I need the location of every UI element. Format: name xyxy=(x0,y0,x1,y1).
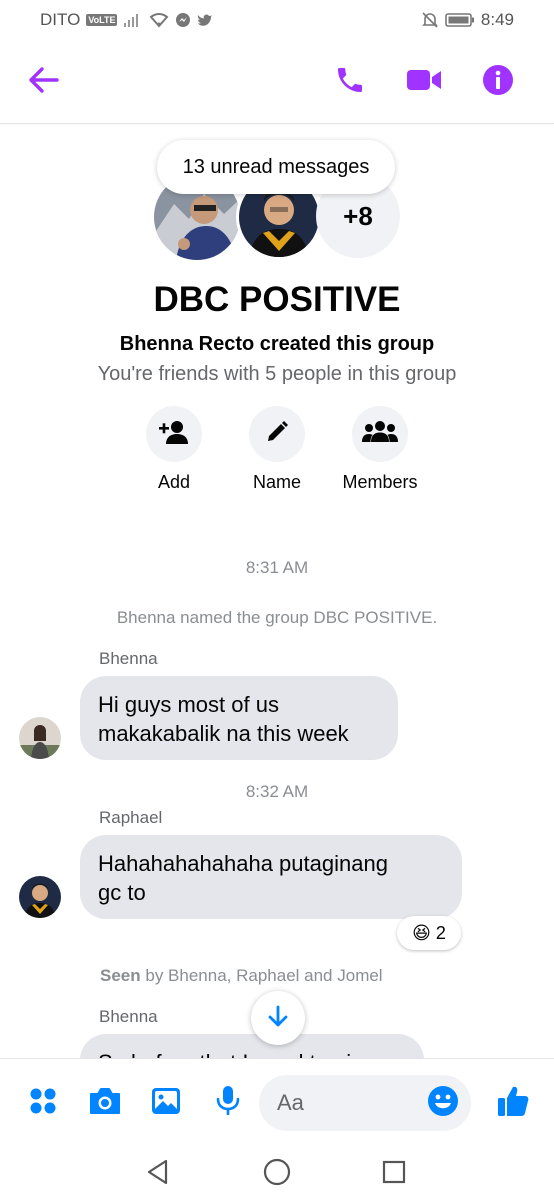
message-composer xyxy=(0,1058,554,1144)
edit-name-button[interactable]: Name xyxy=(217,406,337,493)
wifi-icon xyxy=(149,12,169,28)
members-label: Members xyxy=(342,472,418,492)
timestamp: 8:32 AM xyxy=(245,782,309,801)
members-circle xyxy=(352,406,408,462)
add-label: Add xyxy=(157,472,191,492)
twitter-icon xyxy=(197,13,213,27)
timestamp: 8:31 AM xyxy=(245,558,309,577)
emoji-icon xyxy=(427,1085,459,1122)
apps-icon xyxy=(28,1086,58,1121)
status-right: 8:49 xyxy=(421,10,514,30)
gallery-icon xyxy=(150,1086,182,1121)
home-circle-icon xyxy=(263,1158,291,1191)
message-bubble[interactable]: Hi guys most of us makakabalik na this w… xyxy=(80,676,398,760)
members-button[interactable]: Members xyxy=(320,406,440,493)
emoji-button[interactable] xyxy=(421,1081,465,1125)
message-sender: Raphael xyxy=(99,808,163,827)
reaction-count: 2 xyxy=(435,922,446,943)
camera-icon xyxy=(88,1086,122,1121)
message-line: gc to xyxy=(98,880,146,905)
add-circle xyxy=(146,406,202,462)
group-created-by: Bhenna Recto created this group xyxy=(119,333,435,355)
back-button[interactable] xyxy=(22,60,66,104)
message-sender: Bhenna xyxy=(99,649,158,668)
battery-icon xyxy=(445,12,475,28)
seen-label: Seen xyxy=(100,966,141,985)
pencil-icon xyxy=(265,420,289,449)
info-button[interactable] xyxy=(476,60,520,104)
message-line: makakabalik na this week xyxy=(98,721,349,746)
status-left: DITO VoLTE xyxy=(40,10,213,30)
arrow-down-icon xyxy=(266,1004,290,1033)
chat-header xyxy=(0,40,554,124)
signal-icon xyxy=(123,12,143,28)
add-member-button[interactable]: Add xyxy=(114,406,234,493)
mic-icon xyxy=(215,1085,241,1122)
system-message: Bhenna named the group DBC POSITIVE. xyxy=(116,608,438,627)
seen-receipt: Seen by Bhenna, Raphael and Jomel xyxy=(100,966,383,986)
like-button[interactable] xyxy=(491,1081,535,1125)
friends-in-group: You're friends with 5 people in this gro… xyxy=(97,363,457,385)
group-name: DBC POSITIVE xyxy=(153,280,401,319)
thumbs-up-icon xyxy=(496,1084,530,1123)
camera-button[interactable] xyxy=(83,1081,127,1125)
apps-button[interactable] xyxy=(21,1081,65,1125)
volte-badge: VoLTE xyxy=(86,14,118,26)
voice-clip-button[interactable] xyxy=(206,1081,250,1125)
seen-names: by Bhenna, Raphael and Jomel xyxy=(140,966,383,985)
name-circle xyxy=(249,406,305,462)
system-navigation-bar xyxy=(0,1144,554,1200)
recents-square-icon xyxy=(382,1160,406,1189)
members-icon xyxy=(361,420,399,449)
video-call-icon xyxy=(405,66,443,99)
video-call-button[interactable] xyxy=(402,60,446,104)
info-icon xyxy=(482,64,514,101)
nav-home-button[interactable] xyxy=(255,1152,299,1196)
status-time: 8:49 xyxy=(480,10,514,29)
laugh-emoji: 😆 xyxy=(412,922,431,943)
avatar[interactable] xyxy=(19,717,61,759)
phone-icon xyxy=(334,64,366,101)
nav-recents-button[interactable] xyxy=(372,1152,416,1196)
mute-bell-icon xyxy=(421,11,439,29)
message-line: Hahahahahahaha putaginang xyxy=(98,851,388,876)
back-triangle-icon xyxy=(146,1159,170,1190)
avatar[interactable] xyxy=(19,876,61,918)
carrier-name: DITO xyxy=(40,10,81,29)
scroll-to-bottom-button[interactable] xyxy=(251,991,305,1045)
message-sender: Bhenna xyxy=(99,1007,158,1026)
add-person-icon xyxy=(158,419,190,450)
reaction-badge[interactable]: 😆 2 xyxy=(397,916,461,950)
name-label: Name xyxy=(252,472,301,492)
message-bubble[interactable]: Hahahahahahaha putaginang gc to xyxy=(80,835,462,919)
messenger-icon xyxy=(175,12,191,28)
status-bar: DITO VoLTE 8:49 xyxy=(0,0,554,40)
back-arrow-icon xyxy=(28,66,60,99)
nav-back-button[interactable] xyxy=(136,1152,180,1196)
voice-call-button[interactable] xyxy=(328,60,372,104)
message-line: Hi guys most of us xyxy=(98,692,279,717)
gallery-button[interactable] xyxy=(144,1081,188,1125)
unread-messages-pill[interactable]: 13 unread messages xyxy=(157,140,395,194)
